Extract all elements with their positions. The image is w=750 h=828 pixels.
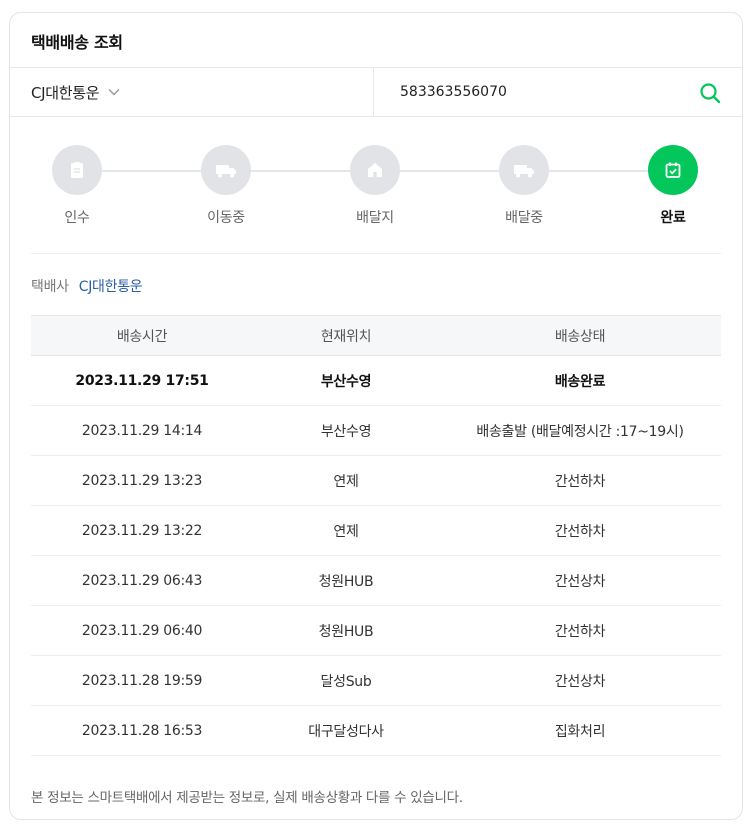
carrier-select-value: CJ대한통운 (31, 83, 100, 102)
delivery-tracking-card: 택배배송 조회 CJ대한통운 인수 이동중 (9, 12, 743, 820)
cell-time: 2023.11.29 17:51 (31, 355, 253, 406)
cell-status: 간선하차 (439, 505, 721, 556)
search-bar: CJ대한통운 (10, 67, 742, 117)
table-row: 2023.11.29 06:43 청원HUB 간선상차 (31, 555, 721, 606)
table-row: 2023.11.28 16:53 대구달성다사 집화처리 (31, 705, 721, 756)
column-header-time: 배송시간 (31, 315, 253, 356)
step-received: 인수 (31, 145, 123, 227)
table-row: 2023.11.29 14:14 부산수영 배송출발 (배달예정시간 :17~1… (31, 405, 721, 456)
chevron-down-icon (107, 85, 121, 99)
step-label: 이동중 (207, 210, 245, 226)
calendar-check-icon (648, 145, 698, 195)
step-label: 완료 (660, 210, 686, 226)
table-row: 2023.11.29 17:51 부산수영 배송완료 (31, 355, 721, 406)
cell-location: 부산수영 (253, 405, 439, 456)
cell-location: 청원HUB (253, 555, 439, 606)
cell-location: 연제 (253, 455, 439, 506)
cell-location: 대구달성다사 (253, 705, 439, 756)
cell-status: 간선하차 (439, 605, 721, 656)
delivery-truck-icon (499, 145, 549, 195)
page-title: 택배배송 조회 (31, 33, 123, 52)
section-divider (31, 253, 721, 254)
courier-company-name: CJ대한통운 (78, 279, 143, 295)
table-header-row: 배송시간 현재위치 배송상태 (31, 315, 721, 356)
cell-time: 2023.11.28 19:59 (31, 655, 253, 706)
step-label: 배달중 (505, 210, 543, 226)
step-destination: 배달지 (329, 145, 421, 227)
carrier-select[interactable]: CJ대한통운 (10, 68, 374, 116)
cell-status: 배송출발 (배달예정시간 :17~19시) (439, 405, 721, 456)
clipboard-icon (52, 145, 102, 195)
cell-time: 2023.11.29 13:23 (31, 455, 253, 506)
step-label: 인수 (64, 210, 90, 226)
table-row: 2023.11.28 19:59 달성Sub 간선상차 (31, 655, 721, 706)
search-icon[interactable] (698, 81, 722, 105)
tracking-history-table: 배송시간 현재위치 배송상태 2023.11.29 17:51 부산수영 배송완… (31, 315, 721, 756)
step-label: 배달지 (356, 210, 394, 226)
cell-time: 2023.11.28 16:53 (31, 705, 253, 756)
cell-location: 부산수영 (253, 355, 439, 406)
cell-location: 연제 (253, 505, 439, 556)
cell-location: 달성Sub (253, 655, 439, 706)
cell-status: 간선상차 (439, 655, 721, 706)
step-out-for-delivery: 배달중 (478, 145, 570, 227)
tracking-number-field (374, 68, 742, 116)
table-row: 2023.11.29 06:40 청원HUB 간선하차 (31, 605, 721, 656)
cell-status: 간선상차 (439, 555, 721, 606)
cell-status: 집화처리 (439, 705, 721, 756)
cell-time: 2023.11.29 13:22 (31, 505, 253, 556)
cell-time: 2023.11.29 14:14 (31, 405, 253, 456)
delivery-progress-steps: 인수 이동중 배달지 배달중 완료 (31, 143, 721, 233)
cell-time: 2023.11.29 06:40 (31, 605, 253, 656)
house-icon (350, 145, 400, 195)
cell-status: 배송완료 (439, 355, 721, 406)
tracking-number-input[interactable] (400, 84, 680, 100)
cell-time: 2023.11.29 06:43 (31, 555, 253, 606)
courier-company-label: 택배사 (31, 279, 69, 295)
table-row: 2023.11.29 13:22 연제 간선하차 (31, 505, 721, 556)
disclaimer-text: 본 정보는 스마트택배에서 제공받는 정보로, 실제 배송상황과 다를 수 있습… (31, 790, 463, 806)
step-completed: 완료 (627, 145, 719, 227)
truck-icon (201, 145, 251, 195)
cell-location: 청원HUB (253, 605, 439, 656)
step-in-transit: 이동중 (180, 145, 272, 227)
column-header-location: 현재위치 (253, 315, 439, 356)
courier-company: 택배사 CJ대한통운 (31, 276, 143, 296)
cell-status: 간선하차 (439, 455, 721, 506)
table-row: 2023.11.29 13:23 연제 간선하차 (31, 455, 721, 506)
column-header-status: 배송상태 (439, 315, 721, 356)
